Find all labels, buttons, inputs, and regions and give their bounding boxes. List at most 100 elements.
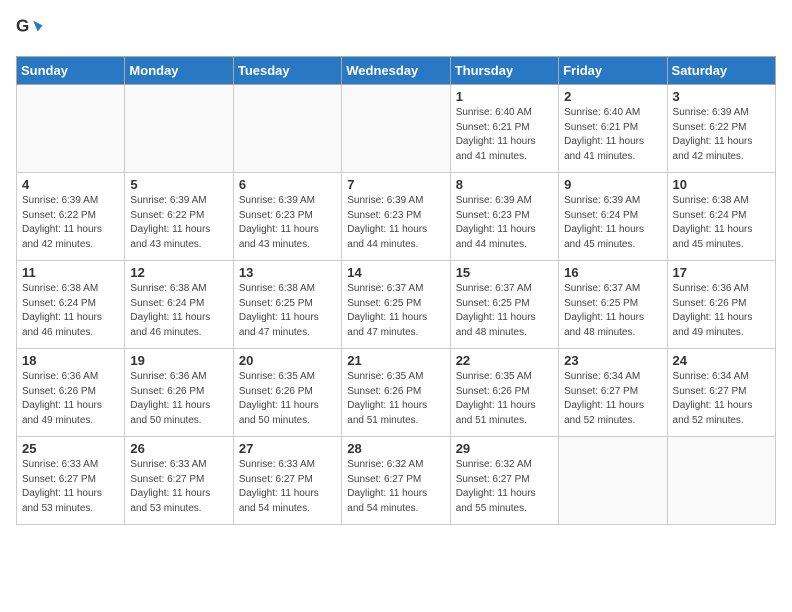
calendar-cell: 14Sunrise: 6:37 AM Sunset: 6:25 PM Dayli… — [342, 261, 450, 349]
svg-text:G: G — [16, 17, 29, 36]
day-number: 15 — [456, 265, 553, 280]
calendar-cell: 1 Sunrise: 6:40 AM Sunset: 6:21 PM Daylig… — [450, 85, 558, 173]
calendar-cell: 10 Sunrise: 6:38 AM Sunset: 6:24 PM Dayli… — [667, 173, 775, 261]
day-number: 25 — [22, 441, 119, 456]
calendar-cell: 13 Sunrise: 6:38 AM Sunset: 6:25 PM Dayli… — [233, 261, 341, 349]
calendar-cell: 5 Sunrise: 6:39 AM Sunset: 6:22 PM Daylig… — [125, 173, 233, 261]
calendar-header-row: SundayMondayTuesdayWednesdayThursdayFrid… — [17, 57, 776, 85]
calendar-cell: 27Sunrise: 6:33 AM Sunset: 6:27 PM Dayli… — [233, 437, 341, 525]
day-info: Sunrise: 6:38 AM Sunset: 6:24 PM Dayligh… — [130, 282, 227, 340]
day-number: 9 — [564, 177, 661, 192]
calendar-cell — [125, 85, 233, 173]
day-number: 29 — [456, 441, 553, 456]
day-info: Sunrise: 6:38 AM Sunset: 6:25 PM Dayligh… — [239, 282, 336, 340]
day-number: 5 — [130, 177, 227, 192]
day-info: Sunrise: 6:37 AM Sunset: 6:25 PM Dayligh… — [456, 282, 553, 340]
day-number: 27 — [239, 441, 336, 456]
calendar-cell: 9 Sunrise: 6:39 AM Sunset: 6:24 PM Daylig… — [559, 173, 667, 261]
header-saturday: Saturday — [667, 57, 775, 85]
calendar-cell: 11 Sunrise: 6:38 AM Sunset: 6:24 PM Dayli… — [17, 261, 125, 349]
week-row-3: 18 Sunrise: 6:36 AM Sunset: 6:26 PM Dayli… — [17, 349, 776, 437]
day-number: 19 — [130, 353, 227, 368]
day-info: Sunrise: 6:39 AM Sunset: 6:23 PM Dayligh… — [456, 194, 553, 252]
day-number: 12 — [130, 265, 227, 280]
header-tuesday: Tuesday — [233, 57, 341, 85]
calendar-cell: 26 Sunrise: 6:33 AM Sunset: 6:27 PM Dayli… — [125, 437, 233, 525]
week-row-1: 4 Sunrise: 6:39 AM Sunset: 6:22 PM Daylig… — [17, 173, 776, 261]
calendar-cell: 12 Sunrise: 6:38 AM Sunset: 6:24 PM Dayli… — [125, 261, 233, 349]
day-info: Sunrise: 6:36 AM Sunset: 6:26 PM Dayligh… — [673, 282, 770, 340]
calendar-cell: 23 Sunrise: 6:34 AM Sunset: 6:27 PM Dayli… — [559, 349, 667, 437]
calendar-cell: 17 Sunrise: 6:36 AM Sunset: 6:26 PM Dayli… — [667, 261, 775, 349]
day-info: Sunrise: 6:36 AM Sunset: 6:26 PM Dayligh… — [22, 370, 119, 428]
day-info: Sunrise: 6:39 AM Sunset: 6:24 PM Dayligh… — [564, 194, 661, 252]
calendar-cell: 21 Sunrise: 6:35 AM Sunset: 6:26 PM Dayli… — [342, 349, 450, 437]
calendar-cell: 25 Sunrise: 6:33 AM Sunset: 6:27 PM Dayli… — [17, 437, 125, 525]
logo-icon: G — [16, 16, 44, 44]
calendar-cell: 16Sunrise: 6:37 AM Sunset: 6:25 PM Dayli… — [559, 261, 667, 349]
day-info: Sunrise: 6:38 AM Sunset: 6:24 PM Dayligh… — [673, 194, 770, 252]
header-monday: Monday — [125, 57, 233, 85]
day-number: 28 — [347, 441, 444, 456]
day-info: Sunrise: 6:36 AM Sunset: 6:26 PM Dayligh… — [130, 370, 227, 428]
calendar-cell: 4 Sunrise: 6:39 AM Sunset: 6:22 PM Daylig… — [17, 173, 125, 261]
day-info: Sunrise: 6:34 AM Sunset: 6:27 PM Dayligh… — [673, 370, 770, 428]
week-row-2: 11 Sunrise: 6:38 AM Sunset: 6:24 PM Dayli… — [17, 261, 776, 349]
day-info: Sunrise: 6:35 AM Sunset: 6:26 PM Dayligh… — [347, 370, 444, 428]
week-row-0: 1 Sunrise: 6:40 AM Sunset: 6:21 PM Daylig… — [17, 85, 776, 173]
calendar-cell: 22Sunrise: 6:35 AM Sunset: 6:26 PM Dayli… — [450, 349, 558, 437]
day-number: 20 — [239, 353, 336, 368]
day-info: Sunrise: 6:32 AM Sunset: 6:27 PM Dayligh… — [456, 458, 553, 516]
day-number: 8 — [456, 177, 553, 192]
day-number: 21 — [347, 353, 444, 368]
day-number: 3 — [673, 89, 770, 104]
day-info: Sunrise: 6:40 AM Sunset: 6:21 PM Dayligh… — [456, 106, 553, 164]
day-info: Sunrise: 6:39 AM Sunset: 6:22 PM Dayligh… — [673, 106, 770, 164]
calendar-cell: 28 Sunrise: 6:32 AM Sunset: 6:27 PM Dayli… — [342, 437, 450, 525]
day-number: 10 — [673, 177, 770, 192]
day-info: Sunrise: 6:34 AM Sunset: 6:27 PM Dayligh… — [564, 370, 661, 428]
day-number: 18 — [22, 353, 119, 368]
calendar-cell: 20 Sunrise: 6:35 AM Sunset: 6:26 PM Dayli… — [233, 349, 341, 437]
day-info: Sunrise: 6:33 AM Sunset: 6:27 PM Dayligh… — [130, 458, 227, 516]
day-info: Sunrise: 6:32 AM Sunset: 6:27 PM Dayligh… — [347, 458, 444, 516]
day-number: 7 — [347, 177, 444, 192]
week-row-4: 25 Sunrise: 6:33 AM Sunset: 6:27 PM Dayli… — [17, 437, 776, 525]
calendar-cell: 2 Sunrise: 6:40 AM Sunset: 6:21 PM Daylig… — [559, 85, 667, 173]
header-sunday: Sunday — [17, 57, 125, 85]
day-info: Sunrise: 6:35 AM Sunset: 6:26 PM Dayligh… — [456, 370, 553, 428]
calendar-cell: 7Sunrise: 6:39 AM Sunset: 6:23 PM Daylig… — [342, 173, 450, 261]
day-info: Sunrise: 6:38 AM Sunset: 6:24 PM Dayligh… — [22, 282, 119, 340]
calendar-table: SundayMondayTuesdayWednesdayThursdayFrid… — [16, 56, 776, 525]
day-info: Sunrise: 6:35 AM Sunset: 6:26 PM Dayligh… — [239, 370, 336, 428]
day-number: 1 — [456, 89, 553, 104]
day-number: 6 — [239, 177, 336, 192]
day-info: Sunrise: 6:33 AM Sunset: 6:27 PM Dayligh… — [22, 458, 119, 516]
header-thursday: Thursday — [450, 57, 558, 85]
day-info: Sunrise: 6:40 AM Sunset: 6:21 PM Dayligh… — [564, 106, 661, 164]
day-info: Sunrise: 6:37 AM Sunset: 6:25 PM Dayligh… — [564, 282, 661, 340]
day-info: Sunrise: 6:39 AM Sunset: 6:23 PM Dayligh… — [239, 194, 336, 252]
day-number: 24 — [673, 353, 770, 368]
day-number: 13 — [239, 265, 336, 280]
day-number: 26 — [130, 441, 227, 456]
calendar-cell — [667, 437, 775, 525]
calendar-cell — [342, 85, 450, 173]
calendar-cell: 29 Sunrise: 6:32 AM Sunset: 6:27 PM Dayli… — [450, 437, 558, 525]
day-number: 17 — [673, 265, 770, 280]
day-number: 23 — [564, 353, 661, 368]
calendar-cell: 18 Sunrise: 6:36 AM Sunset: 6:26 PM Dayli… — [17, 349, 125, 437]
calendar-cell: 6 Sunrise: 6:39 AM Sunset: 6:23 PM Daylig… — [233, 173, 341, 261]
calendar-cell: 24 Sunrise: 6:34 AM Sunset: 6:27 PM Dayli… — [667, 349, 775, 437]
day-info: Sunrise: 6:39 AM Sunset: 6:22 PM Dayligh… — [22, 194, 119, 252]
day-number: 4 — [22, 177, 119, 192]
day-number: 2 — [564, 89, 661, 104]
day-number: 11 — [22, 265, 119, 280]
header-friday: Friday — [559, 57, 667, 85]
day-info: Sunrise: 6:39 AM Sunset: 6:22 PM Dayligh… — [130, 194, 227, 252]
logo: G — [16, 16, 48, 44]
calendar-cell: 19 Sunrise: 6:36 AM Sunset: 6:26 PM Dayli… — [125, 349, 233, 437]
calendar-cell — [17, 85, 125, 173]
header-wednesday: Wednesday — [342, 57, 450, 85]
calendar-cell — [233, 85, 341, 173]
